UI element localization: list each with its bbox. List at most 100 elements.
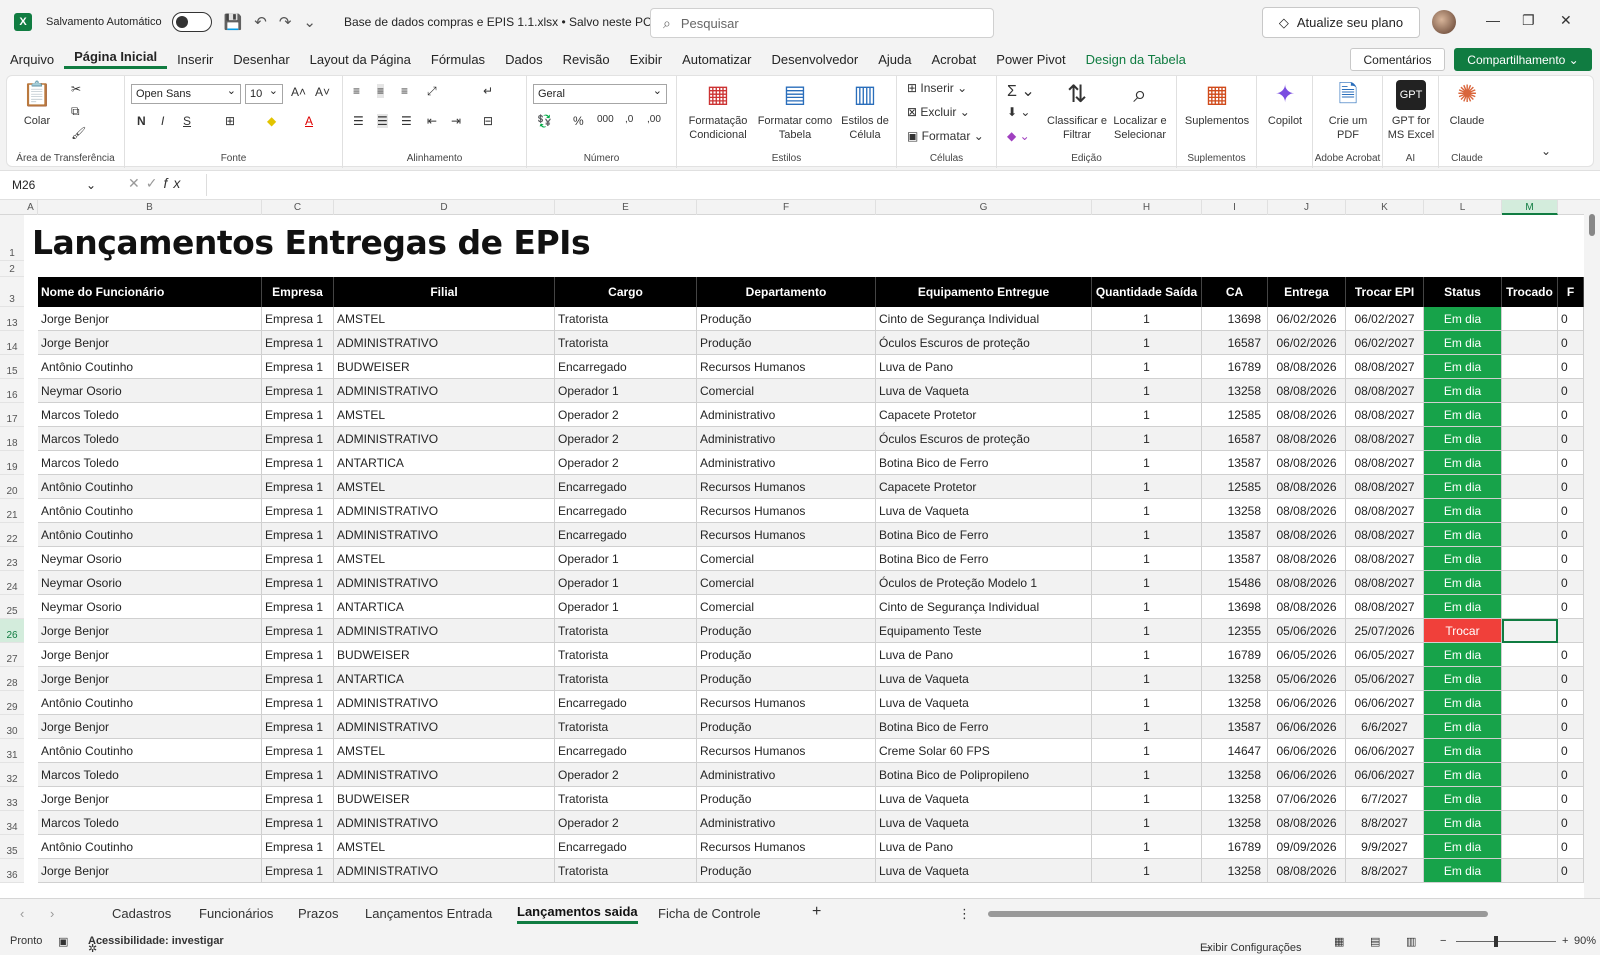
table-cell[interactable]: Empresa 1 bbox=[262, 811, 334, 835]
status-badge[interactable]: Em dia bbox=[1424, 355, 1502, 379]
table-column-header[interactable]: Trocar EPI bbox=[1346, 277, 1424, 307]
collapse-ribbon-icon[interactable]: ⌄ bbox=[1541, 144, 1551, 158]
table-cell[interactable]: Cinto de Segurança Individual bbox=[876, 595, 1092, 619]
table-cell[interactable]: 1 bbox=[1092, 619, 1202, 643]
prev-sheet-icon[interactable]: ‹ bbox=[20, 906, 24, 921]
copy-icon[interactable]: ⧉ bbox=[71, 104, 80, 119]
table-cell[interactable]: AMSTEL bbox=[334, 475, 555, 499]
table-cell[interactable]: Administrativo bbox=[697, 427, 876, 451]
table-cell[interactable]: 06/02/2026 bbox=[1268, 307, 1346, 331]
add-sheet-icon[interactable]: + bbox=[812, 903, 821, 921]
column-header-b[interactable]: B bbox=[38, 200, 262, 215]
row-header[interactable]: 26 bbox=[0, 619, 24, 643]
table-cell[interactable]: 13258 bbox=[1202, 379, 1268, 403]
table-cell[interactable]: Jorge Benjor bbox=[38, 307, 262, 331]
table-cell[interactable]: BUDWEISER bbox=[334, 787, 555, 811]
cell-styles-button[interactable]: ▥ Estilos de Célula bbox=[837, 80, 893, 142]
row-header[interactable]: 35 bbox=[0, 835, 24, 859]
zoom-out-icon[interactable]: − bbox=[1440, 935, 1446, 947]
table-cell[interactable]: 08/08/2027 bbox=[1346, 475, 1424, 499]
status-badge[interactable]: Em dia bbox=[1424, 763, 1502, 787]
table-cell[interactable]: 13698 bbox=[1202, 595, 1268, 619]
row-header[interactable]: 14 bbox=[0, 331, 24, 355]
table-cell[interactable]: 13587 bbox=[1202, 451, 1268, 475]
status-badge[interactable]: Em dia bbox=[1424, 427, 1502, 451]
row-header[interactable]: 15 bbox=[0, 355, 24, 379]
paste-button[interactable]: 📋 Colar bbox=[17, 80, 57, 128]
fill-icon[interactable]: ⬇ ⌄ bbox=[1007, 105, 1030, 119]
status-badge[interactable]: Em dia bbox=[1424, 451, 1502, 475]
table-cell[interactable]: Produção bbox=[697, 619, 876, 643]
insert-cells-button[interactable]: ⊞ Inserir ⌄ bbox=[907, 81, 967, 95]
table-cell[interactable]: 08/08/2026 bbox=[1268, 379, 1346, 403]
status-badge[interactable]: Em dia bbox=[1424, 667, 1502, 691]
table-cell[interactable]: Encarregado bbox=[555, 835, 697, 859]
column-header-l[interactable]: L bbox=[1424, 200, 1502, 215]
column-header-e[interactable]: E bbox=[555, 200, 697, 215]
table-cell[interactable]: Antônio Coutinho bbox=[38, 691, 262, 715]
table-cell[interactable]: 13698 bbox=[1202, 307, 1268, 331]
table-cell[interactable]: Óculos de Proteção Modelo 1 bbox=[876, 571, 1092, 595]
table-cell[interactable]: Luva de Vaqueta bbox=[876, 691, 1092, 715]
align-center-icon[interactable]: ☰ bbox=[377, 114, 388, 128]
table-cell[interactable]: 0 bbox=[1558, 571, 1584, 595]
table-cell[interactable] bbox=[1502, 763, 1558, 787]
table-cell[interactable] bbox=[1502, 331, 1558, 355]
gpt-excel-button[interactable]: GPT GPT for MS Excel bbox=[1385, 80, 1437, 142]
table-cell[interactable]: Jorge Benjor bbox=[38, 859, 262, 883]
table-cell[interactable]: Empresa 1 bbox=[262, 499, 334, 523]
table-cell[interactable]: Produção bbox=[697, 715, 876, 739]
table-cell[interactable]: Operador 1 bbox=[555, 571, 697, 595]
table-cell[interactable]: Marcos Toledo bbox=[38, 427, 262, 451]
table-cell[interactable]: Empresa 1 bbox=[262, 355, 334, 379]
table-cell[interactable]: 06/06/2026 bbox=[1268, 763, 1346, 787]
table-column-header[interactable]: Nome do Funcionário bbox=[38, 277, 262, 307]
row-header[interactable]: 30 bbox=[0, 715, 24, 739]
table-cell[interactable]: Antônio Coutinho bbox=[38, 475, 262, 499]
table-cell[interactable]: Neymar Osorio bbox=[38, 547, 262, 571]
table-cell[interactable]: AMSTEL bbox=[334, 307, 555, 331]
table-cell[interactable]: 1 bbox=[1092, 835, 1202, 859]
table-cell[interactable]: Produção bbox=[697, 331, 876, 355]
table-cell[interactable]: 6/6/2027 bbox=[1346, 715, 1424, 739]
orientation-icon[interactable]: ⤢ bbox=[427, 84, 437, 99]
close-icon[interactable]: ✕ bbox=[1560, 12, 1572, 29]
table-cell[interactable]: Empresa 1 bbox=[262, 523, 334, 547]
table-cell[interactable]: Marcos Toledo bbox=[38, 403, 262, 427]
table-cell[interactable]: 16789 bbox=[1202, 835, 1268, 859]
table-cell[interactable]: Botina Bico de Ferro bbox=[876, 547, 1092, 571]
status-badge[interactable]: Em dia bbox=[1424, 715, 1502, 739]
table-cell[interactable]: 07/06/2026 bbox=[1268, 787, 1346, 811]
table-cell[interactable]: Empresa 1 bbox=[262, 307, 334, 331]
table-cell[interactable]: Empresa 1 bbox=[262, 835, 334, 859]
table-cell[interactable]: 16789 bbox=[1202, 355, 1268, 379]
more-sheets-icon[interactable]: ⋮ bbox=[958, 906, 971, 922]
row-header[interactable]: 17 bbox=[0, 403, 24, 427]
table-cell[interactable]: 0 bbox=[1558, 643, 1584, 667]
table-cell[interactable]: Jorge Benjor bbox=[38, 643, 262, 667]
row-header[interactable]: 1 bbox=[0, 215, 24, 261]
column-header-k[interactable]: K bbox=[1346, 200, 1424, 215]
normal-view-icon[interactable]: ▦ bbox=[1334, 935, 1344, 948]
borders-icon[interactable]: ⊞ bbox=[225, 114, 235, 128]
table-cell[interactable] bbox=[1502, 811, 1558, 835]
table-cell[interactable]: 1 bbox=[1092, 595, 1202, 619]
decrease-font-icon[interactable]: A˅ bbox=[315, 85, 330, 99]
tab-layout[interactable]: Layout da Página bbox=[300, 52, 421, 67]
decrease-indent-icon[interactable]: ⇤ bbox=[427, 114, 437, 128]
fill-color-icon[interactable]: ◆ bbox=[267, 114, 276, 128]
table-column-header[interactable]: Departamento bbox=[697, 277, 876, 307]
table-cell[interactable]: Cinto de Segurança Individual bbox=[876, 307, 1092, 331]
delete-cells-button[interactable]: ⊠ Excluir ⌄ bbox=[907, 105, 970, 119]
table-cell[interactable]: Empresa 1 bbox=[262, 643, 334, 667]
horizontal-scrollbar[interactable] bbox=[988, 911, 1488, 917]
table-cell[interactable]: 13258 bbox=[1202, 787, 1268, 811]
table-cell[interactable]: Encarregado bbox=[555, 475, 697, 499]
merge-cells-icon[interactable]: ⊟ bbox=[483, 114, 493, 128]
table-cell[interactable]: 06/05/2026 bbox=[1268, 643, 1346, 667]
status-badge[interactable]: Em dia bbox=[1424, 403, 1502, 427]
table-cell[interactable]: 9/9/2027 bbox=[1346, 835, 1424, 859]
table-cell[interactable]: Produção bbox=[697, 643, 876, 667]
table-cell[interactable]: Empresa 1 bbox=[262, 331, 334, 355]
table-cell[interactable]: 13587 bbox=[1202, 523, 1268, 547]
